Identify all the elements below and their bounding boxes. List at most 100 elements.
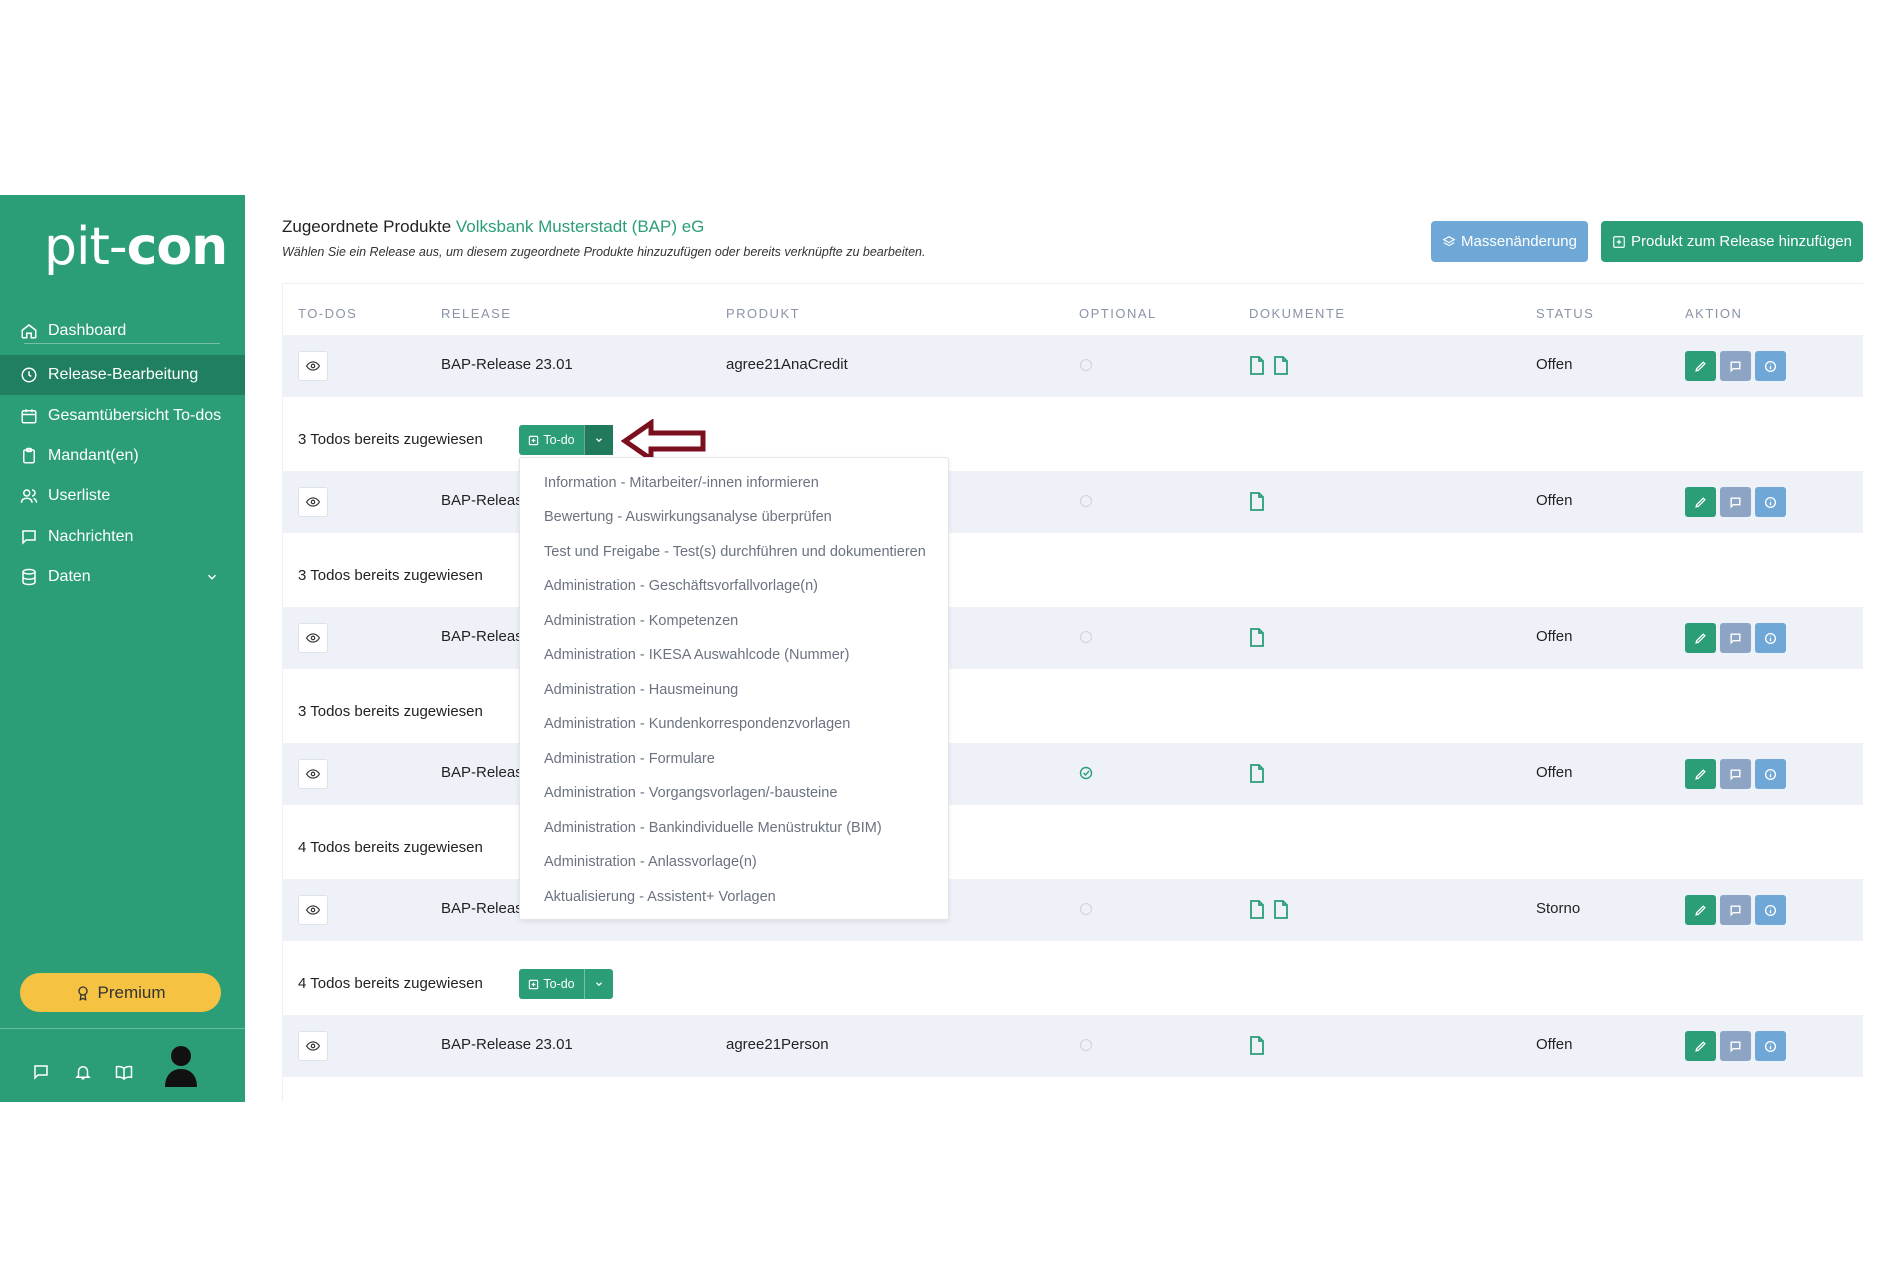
- mass-change-button[interactable]: Massenänderung: [1431, 221, 1588, 262]
- comment-button[interactable]: [1720, 895, 1751, 925]
- view-todos-button[interactable]: [298, 623, 328, 653]
- document-icon[interactable]: [1249, 628, 1265, 647]
- sidebar: pit-con Dashboard Release-Bearbeitung Ge…: [0, 195, 245, 1102]
- view-todos-button[interactable]: [298, 1031, 328, 1061]
- sidebar-item-daten[interactable]: Daten: [0, 557, 245, 597]
- dropdown-item[interactable]: Test und Freigabe - Test(s) durchführen …: [544, 544, 926, 560]
- info-button[interactable]: [1755, 759, 1786, 789]
- info-button[interactable]: [1755, 351, 1786, 381]
- sidebar-item-release-bearbeitung[interactable]: Release-Bearbeitung: [0, 355, 245, 395]
- todo-dropdown-toggle[interactable]: [584, 969, 613, 999]
- document-icon[interactable]: [1249, 356, 1265, 375]
- bell-icon[interactable]: [74, 1063, 92, 1081]
- sidebar-item-dashboard[interactable]: Dashboard: [0, 311, 245, 351]
- add-todo-button[interactable]: To-do: [519, 969, 584, 999]
- app-window: pit-con Dashboard Release-Bearbeitung Ge…: [0, 195, 1893, 1102]
- sidebar-item-mandanten[interactable]: Mandant(en): [0, 436, 245, 476]
- dropdown-item[interactable]: Information - Mitarbeiter/-innen informi…: [544, 475, 819, 491]
- users-icon: [20, 489, 38, 503]
- message-icon: [1730, 768, 1741, 780]
- comment-button[interactable]: [1720, 759, 1751, 789]
- optional-empty-icon: [1079, 630, 1093, 644]
- column-header-status: STATUS: [1536, 306, 1595, 321]
- product-cell: agree21AnaCredit: [726, 356, 848, 373]
- dropdown-item[interactable]: Administration - Hausmeinung: [544, 682, 738, 698]
- todos-assigned-text: 3 Todos bereits zugewiesen: [298, 431, 483, 448]
- comment-button[interactable]: [1720, 1031, 1751, 1061]
- dropdown-item[interactable]: Administration - IKESA Auswahlcode (Numm…: [544, 647, 849, 663]
- document-icon[interactable]: [1273, 356, 1289, 375]
- dropdown-item[interactable]: Administration - Kundenkorrespondenzvorl…: [544, 716, 850, 732]
- release-cell: BAP-Releas: [441, 628, 523, 645]
- todo-dropdown-toggle[interactable]: [584, 425, 613, 455]
- sidebar-item-label: Dashboard: [48, 322, 127, 339]
- info-button[interactable]: [1755, 487, 1786, 517]
- document-icon[interactable]: [1249, 900, 1265, 919]
- page-title: Zugeordnete Produkte Volksbank Mustersta…: [282, 217, 705, 236]
- sidebar-item-label: Release-Bearbeitung: [48, 366, 199, 383]
- optional-empty-icon: [1079, 902, 1093, 916]
- column-header-optional: OPTIONAL: [1079, 306, 1157, 321]
- document-icon[interactable]: [1249, 492, 1265, 511]
- edit-button[interactable]: [1685, 623, 1716, 653]
- dropdown-item[interactable]: Administration - Formulare: [544, 751, 715, 767]
- todos-assigned-text: 4 Todos bereits zugewiesen: [298, 839, 483, 856]
- sidebar-item-gesamtuebersicht[interactable]: Gesamtübersicht To-dos: [0, 396, 245, 436]
- edit-button[interactable]: [1685, 895, 1716, 925]
- view-todos-button[interactable]: [298, 759, 328, 789]
- edit-button[interactable]: [1685, 487, 1716, 517]
- dropdown-item[interactable]: Bewertung - Auswirkungsanalyse überprüfe…: [544, 509, 832, 525]
- eye-icon: [306, 769, 320, 779]
- sidebar-item-label: Mandant(en): [48, 447, 139, 464]
- view-todos-button[interactable]: [298, 487, 328, 517]
- todos-assigned-text: 3 Todos bereits zugewiesen: [298, 703, 483, 720]
- edit-button[interactable]: [1685, 1031, 1716, 1061]
- info-icon: [1764, 632, 1777, 644]
- status-cell: Offen: [1536, 628, 1573, 645]
- edit-button[interactable]: [1685, 759, 1716, 789]
- sidebar-item-nachrichten[interactable]: Nachrichten: [0, 517, 245, 557]
- comment-button[interactable]: [1720, 623, 1751, 653]
- view-todos-button[interactable]: [298, 895, 328, 925]
- add-product-button[interactable]: Produkt zum Release hinzufügen: [1601, 221, 1863, 262]
- dropdown-item[interactable]: Administration - Bankindividuelle Menüst…: [544, 820, 882, 836]
- view-todos-button[interactable]: [298, 351, 328, 381]
- chat-icon[interactable]: [32, 1063, 50, 1081]
- logo: pit-con: [44, 217, 228, 277]
- status-cell: Offen: [1536, 1036, 1573, 1053]
- message-icon: [1730, 1040, 1741, 1052]
- edit-button[interactable]: [1685, 351, 1716, 381]
- document-icon[interactable]: [1249, 1036, 1265, 1055]
- status-cell: Storno: [1536, 900, 1581, 917]
- message-icon: [1730, 360, 1741, 372]
- info-icon: [1764, 360, 1777, 372]
- mass-change-label: Massenänderung: [1461, 233, 1577, 250]
- document-icon[interactable]: [1249, 764, 1265, 783]
- info-button[interactable]: [1755, 623, 1786, 653]
- chevron-down-icon: [207, 574, 217, 580]
- optional-empty-icon: [1079, 1038, 1093, 1052]
- comment-button[interactable]: [1720, 487, 1751, 517]
- message-icon: [1730, 632, 1741, 644]
- info-button[interactable]: [1755, 895, 1786, 925]
- premium-button[interactable]: Premium: [20, 973, 221, 1012]
- sidebar-item-label: Daten: [48, 568, 91, 585]
- sidebar-item-userliste[interactable]: Userliste: [0, 476, 245, 516]
- dropdown-item[interactable]: Aktualisierung - Assistent+ Vorlagen: [544, 889, 776, 905]
- document-icon[interactable]: [1273, 900, 1289, 919]
- column-header-aktion: AKTION: [1685, 306, 1743, 321]
- add-todo-button[interactable]: To-do: [519, 425, 584, 455]
- column-header-todos: TO-DOS: [298, 306, 358, 321]
- avatar[interactable]: [163, 1045, 199, 1087]
- sidebar-item-label: Userliste: [48, 487, 111, 504]
- dropdown-item[interactable]: Administration - Anlassvorlage(n): [544, 854, 757, 870]
- comment-button[interactable]: [1720, 351, 1751, 381]
- dropdown-item[interactable]: Administration - Vorgangsvorlagen/-baust…: [544, 785, 837, 801]
- info-button[interactable]: [1755, 1031, 1786, 1061]
- plus-square-icon: [529, 979, 539, 989]
- dropdown-item[interactable]: Administration - Kompetenzen: [544, 613, 738, 629]
- todo-button-label: To-do: [543, 433, 575, 447]
- book-icon[interactable]: [115, 1063, 133, 1081]
- dropdown-item[interactable]: Administration - Geschäftsvorfallvorlage…: [544, 578, 818, 594]
- release-cell: BAP-Release 23.01: [441, 1036, 573, 1053]
